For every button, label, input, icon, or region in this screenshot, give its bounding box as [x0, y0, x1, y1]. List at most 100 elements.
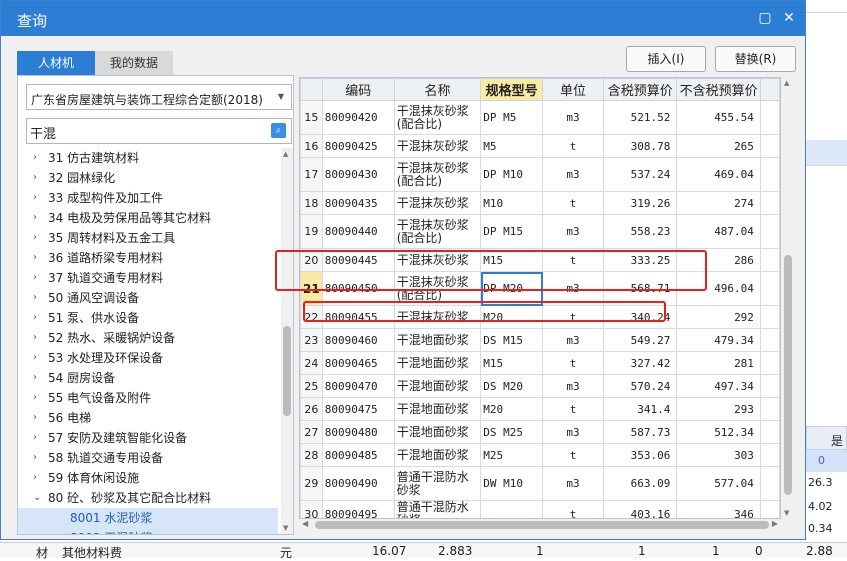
column-header[interactable]: 不含税预算价: [676, 78, 761, 101]
cell-tax[interactable]: 403.16: [603, 500, 678, 518]
cell-tax[interactable]: 549.27: [603, 328, 678, 352]
cell-notax[interactable]: 497.34: [676, 374, 761, 398]
cell-spec[interactable]: DS M20: [480, 374, 544, 398]
cell-n[interactable]: 30: [300, 500, 323, 518]
cell-name[interactable]: 干混抹灰砂浆(配合比): [393, 100, 482, 135]
scroll-thumb[interactable]: [784, 255, 792, 495]
maximize-icon[interactable]: ▢: [757, 10, 773, 26]
cell-name[interactable]: 普通干混防水砂浆: [393, 500, 482, 518]
cell-name[interactable]: 干混地面砂浆: [393, 351, 482, 375]
cell-spec[interactable]: M15: [480, 248, 544, 272]
cell-notax[interactable]: 469.04: [676, 157, 761, 192]
table-row[interactable]: 28 80090485 干混地面砂浆 M25 t 353.06 303: [300, 443, 780, 467]
chevron-right-icon[interactable]: ›: [33, 448, 37, 468]
cell-extra[interactable]: [759, 157, 780, 192]
cell-spec[interactable]: M20: [480, 397, 544, 421]
table-row[interactable]: 27 80090480 干混地面砂浆 DS M25 m3 587.73 512.34: [300, 420, 780, 444]
cell-extra[interactable]: [759, 397, 780, 421]
cell-tax[interactable]: 521.52: [603, 100, 678, 135]
cell-spec[interactable]: DW M10: [480, 466, 544, 501]
cell-n[interactable]: 18: [300, 191, 323, 215]
scroll-right-icon[interactable]: ▶: [772, 519, 778, 528]
cell-spec[interactable]: M15: [480, 351, 544, 375]
tab-materials[interactable]: 人材机: [17, 51, 95, 75]
column-header[interactable]: 含税预算价: [603, 78, 678, 101]
chevron-right-icon[interactable]: ›: [33, 388, 37, 408]
tree-item[interactable]: 8003 干混砂浆: [18, 528, 278, 534]
cell-n[interactable]: 29: [300, 466, 323, 501]
cell-name[interactable]: 干混抹灰砂浆: [393, 305, 482, 329]
cell-name[interactable]: 干混地面砂浆: [393, 443, 482, 467]
search-icon[interactable]: ⌕: [271, 123, 286, 138]
chevron-right-icon[interactable]: ›: [33, 208, 37, 228]
cell-notax[interactable]: 455.54: [676, 100, 761, 135]
cell-name[interactable]: 干混抹灰砂浆(配合比): [393, 157, 482, 192]
cell-spec[interactable]: DP M15: [480, 214, 544, 249]
chevron-right-icon[interactable]: ›: [33, 168, 37, 188]
scroll-left-icon[interactable]: ◀: [302, 519, 308, 528]
cell-extra[interactable]: [759, 466, 780, 501]
cell-n[interactable]: 24: [300, 351, 323, 375]
chevron-right-icon[interactable]: ›: [33, 288, 37, 308]
cell-unit[interactable]: m3: [542, 157, 605, 192]
table-row[interactable]: 19 80090440 干混抹灰砂浆(配合比) DP M15 m3 558.23 487.0…: [300, 214, 780, 249]
table-row[interactable]: 26 80090475 干混地面砂浆 M20 t 341.4 293: [300, 397, 780, 421]
column-header[interactable]: [759, 78, 780, 101]
cell-unit[interactable]: t: [542, 397, 605, 421]
cell-unit[interactable]: t: [542, 305, 605, 329]
replace-button[interactable]: 替换(R): [715, 46, 796, 72]
cell-notax[interactable]: 346: [676, 500, 761, 518]
cell-name[interactable]: 干混抹灰砂浆: [393, 134, 482, 158]
chevron-down-icon[interactable]: ⌄: [33, 488, 41, 508]
cell-unit[interactable]: m3: [542, 214, 605, 249]
table-row[interactable]: 3080090495普通干混防水砂浆 t403.16346: [300, 500, 780, 518]
cell-code[interactable]: 80090435: [321, 191, 395, 215]
cell-code[interactable]: 80090470: [321, 374, 395, 398]
cell-n[interactable]: 26: [300, 397, 323, 421]
cell-spec[interactable]: DP M20: [480, 271, 544, 306]
cell-name[interactable]: 干混抹灰砂浆: [393, 191, 482, 215]
cell-spec[interactable]: DS M25: [480, 420, 544, 444]
cell-name[interactable]: 干混地面砂浆: [393, 374, 482, 398]
cell-code[interactable]: 80090420: [321, 100, 395, 135]
scroll-thumb[interactable]: [283, 326, 291, 416]
chevron-right-icon[interactable]: ›: [33, 188, 37, 208]
cell-extra[interactable]: [759, 351, 780, 375]
cell-n[interactable]: 27: [300, 420, 323, 444]
search-input[interactable]: 干混 ⌕: [26, 118, 292, 144]
cell-unit[interactable]: m3: [542, 466, 605, 501]
column-header[interactable]: 名称: [393, 78, 482, 101]
cell-tax[interactable]: 570.24: [603, 374, 678, 398]
table-row[interactable]: 20 80090445 干混抹灰砂浆 M15 t 333.25 286: [300, 248, 780, 272]
cell-unit[interactable]: t: [542, 443, 605, 467]
table-row[interactable]: 17 80090430 干混抹灰砂浆(配合比) DP M10 m3 537.24 469.0…: [300, 157, 780, 192]
cell-unit[interactable]: t: [542, 191, 605, 215]
cell-n[interactable]: 28: [300, 443, 323, 467]
table-row[interactable]: 15 80090420 干混抹灰砂浆(配合比) DP M5 m3 521.52 455.54: [300, 100, 780, 135]
tree-scrollbar[interactable]: ▲ ▼: [281, 148, 293, 534]
cell-extra[interactable]: [759, 305, 780, 329]
cell-tax[interactable]: 353.06: [603, 443, 678, 467]
cell-spec[interactable]: M25: [480, 443, 544, 467]
chevron-right-icon[interactable]: ›: [33, 228, 37, 248]
cell-tax[interactable]: 327.42: [603, 351, 678, 375]
cell-name[interactable]: 干混地面砂浆: [393, 328, 482, 352]
cell-tax[interactable]: 587.73: [603, 420, 678, 444]
cell-unit[interactable]: m3: [542, 271, 605, 306]
cell-name[interactable]: 干混抹灰砂浆(配合比): [393, 271, 482, 306]
scroll-down-icon[interactable]: ▼: [784, 509, 789, 517]
cell-notax[interactable]: 512.34: [676, 420, 761, 444]
table-row[interactable]: 24 80090465 干混地面砂浆 M15 t 327.42 281: [300, 351, 780, 375]
cell-unit[interactable]: m3: [542, 328, 605, 352]
cell-code[interactable]: 80090460: [321, 328, 395, 352]
cell-spec[interactable]: M5: [480, 134, 544, 158]
cell-code[interactable]: 80090450: [321, 271, 395, 306]
cell-tax[interactable]: 319.26: [603, 191, 678, 215]
cell-code[interactable]: 80090485: [321, 443, 395, 467]
cell-notax[interactable]: 303: [676, 443, 761, 467]
grid-horizontal-scrollbar[interactable]: ◀ ▶: [299, 519, 781, 531]
scroll-up-icon[interactable]: ▲: [283, 150, 288, 158]
cell-notax[interactable]: 292: [676, 305, 761, 329]
table-row[interactable]: 29 80090490 普通干混防水砂浆 DW M10 m3 663.09 577.04: [300, 466, 780, 501]
chevron-right-icon[interactable]: ›: [33, 348, 37, 368]
